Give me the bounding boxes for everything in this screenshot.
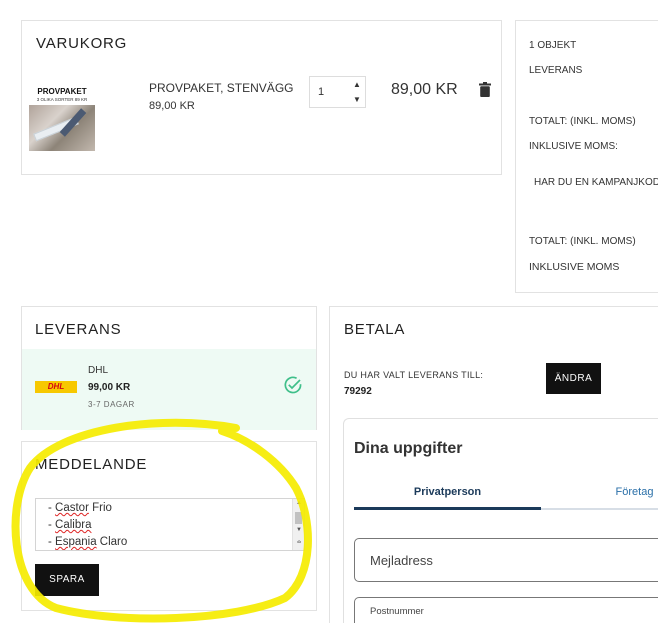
delivery-days: 3-7 DAGAR bbox=[88, 400, 135, 409]
product-name[interactable]: PROVPAKET, STENVÄGG bbox=[149, 81, 293, 95]
payment-panel: BETALA DU HAR VALT LEVERANS TILL: 79292 … bbox=[329, 306, 658, 623]
summary-shipping-label: LEVERANS bbox=[529, 65, 583, 76]
cart-title: VARUKORG bbox=[36, 35, 128, 52]
line-total: 89,00 KR bbox=[391, 81, 458, 98]
resize-grip-icon[interactable]: ≏ bbox=[293, 539, 304, 546]
dhl-logo: DHL bbox=[35, 381, 77, 393]
message-textarea[interactable]: - Castor Frio - Calibra - Espania Claro … bbox=[35, 498, 305, 551]
summary-total-label: TOTALT: (INKL. MOMS) bbox=[529, 116, 636, 127]
chevron-up-icon[interactable]: ▲ bbox=[351, 78, 363, 92]
email-placeholder: Mejladress bbox=[370, 553, 433, 568]
scrollbar-thumb[interactable] bbox=[295, 512, 302, 524]
check-circle-icon bbox=[284, 376, 302, 394]
summary-total-label-2: TOTALT: (INKL. MOMS) bbox=[529, 236, 636, 247]
chevron-down-icon[interactable]: ▼ bbox=[351, 93, 363, 107]
quantity-stepper[interactable]: 1 ▲ ▼ bbox=[309, 76, 366, 108]
trash-icon[interactable] bbox=[479, 82, 491, 97]
scroll-down-icon[interactable]: ▼ bbox=[293, 527, 304, 533]
shipping-price: 99,00 KR bbox=[88, 382, 131, 393]
tab-active-indicator bbox=[354, 507, 541, 510]
payment-title: BETALA bbox=[344, 321, 406, 338]
quantity-value[interactable]: 1 bbox=[318, 86, 324, 98]
carrier-name: DHL bbox=[88, 365, 109, 376]
change-button[interactable]: ÄNDRA bbox=[546, 363, 601, 394]
email-field[interactable]: Mejladress bbox=[354, 538, 658, 582]
form-title: Dina uppgifter bbox=[354, 440, 463, 457]
shipping-title: LEVERANS bbox=[35, 321, 122, 338]
summary-vat-label: INKLUSIVE MOMS: bbox=[529, 141, 618, 152]
thumbnail-sublabel: 3 OLIKA SORTER 89 KR bbox=[36, 97, 88, 102]
scroll-up-icon[interactable]: ▲ bbox=[293, 500, 304, 506]
summary-vat-label-2: INKLUSIVE MOMS bbox=[529, 261, 620, 273]
item-count: 1 OBJEKT bbox=[529, 40, 577, 51]
product-thumbnail[interactable]: PROVPAKET 3 OLIKA SORTER 89 KR bbox=[29, 85, 95, 151]
thumbnail-label: PROVPAKET bbox=[37, 87, 87, 96]
message-panel: MEDDELANDE - Castor Frio - Calibra - Esp… bbox=[21, 441, 317, 611]
chosen-delivery-label: DU HAR VALT LEVERANS TILL: bbox=[344, 370, 484, 380]
cart-panel: VARUKORG PROVPAKET 3 OLIKA SORTER 89 KR … bbox=[21, 20, 502, 175]
zip-field-label: Postnummer bbox=[370, 606, 424, 617]
shipping-panel: LEVERANS DHL DHL 99,00 KR 3-7 DAGAR bbox=[21, 306, 317, 430]
tab-company[interactable]: Företag bbox=[541, 486, 658, 498]
product-image bbox=[29, 105, 95, 151]
chosen-zip: 79292 bbox=[344, 386, 372, 397]
message-line: - Espania Claro bbox=[48, 536, 128, 548]
textarea-scrollbar[interactable]: ▲ ▼ ≏ bbox=[292, 499, 304, 550]
message-title: MEDDELANDE bbox=[35, 456, 148, 473]
customer-form: Dina uppgifter Privatperson Företag Mejl… bbox=[343, 418, 658, 623]
shipping-option-dhl[interactable]: DHL DHL 99,00 KR 3-7 DAGAR bbox=[22, 349, 316, 430]
order-summary: 1 OBJEKT LEVERANS TOTALT: (INKL. MOMS) I… bbox=[515, 20, 658, 293]
message-line: - Calibra bbox=[48, 519, 92, 531]
message-line: - Castor Frio bbox=[48, 502, 112, 514]
product-unit-price: 89,00 KR bbox=[149, 100, 195, 112]
campaign-code-link[interactable]: HAR DU EN KAMPANJKOD? bbox=[534, 177, 658, 188]
save-button[interactable]: SPARA bbox=[35, 564, 99, 596]
tab-private[interactable]: Privatperson bbox=[354, 486, 541, 498]
zip-field[interactable]: Postnummer bbox=[354, 597, 658, 623]
